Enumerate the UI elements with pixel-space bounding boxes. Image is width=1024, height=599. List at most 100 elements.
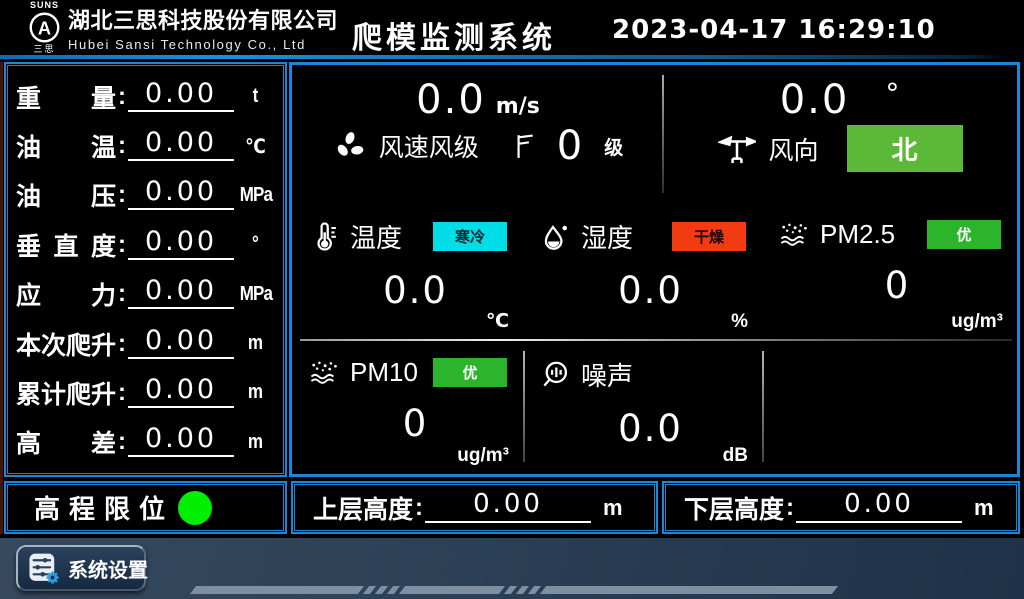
sensor-unit: ug/m³ <box>457 445 509 467</box>
metric-row-current-climb: 本次爬升: 0.00 m <box>16 319 273 368</box>
logo-top-text: SUNS <box>30 1 59 10</box>
environment-panel: 0.0m/s 风速风级 <box>289 62 1020 477</box>
sensor-cell-pm25: PM2.5 优 0 ug/m³ <box>762 202 1017 340</box>
lower-height-box: 下层高度: 0.00 m <box>662 481 1020 534</box>
sensor-label: 湿度 <box>581 218 633 255</box>
sensor-header: 湿度 干燥 <box>539 218 762 255</box>
svg-text:A: A <box>38 17 51 38</box>
metric-label: 本次爬升 <box>16 326 116 362</box>
colon: : <box>118 83 126 111</box>
company-name-block: 湖北三思科技股份有限公司 Hubei Sansi Technology Co.,… <box>68 3 338 52</box>
upper-height-value: 0.00 <box>425 489 591 523</box>
thermometer-icon <box>308 221 340 253</box>
status-badge: 优 <box>433 358 507 387</box>
noise-meter-icon <box>539 359 571 391</box>
colon: : <box>118 379 126 407</box>
sensor-cell-pm10: PM10 优 0 ug/m³ <box>292 340 523 474</box>
metric-row-stress: 应力: 0.00 MPa <box>16 270 273 319</box>
colon: : <box>118 231 126 259</box>
datetime-display: 2023-04-17 16:29:10 <box>612 15 936 45</box>
grid-divider-vertical <box>523 351 525 462</box>
colon: : <box>118 330 126 358</box>
sensor-cell-empty <box>762 340 1017 474</box>
wind-speed-value: 0.0 <box>416 77 486 123</box>
sensor-header: PM10 优 <box>308 356 523 388</box>
metric-value: 0.00 <box>128 275 234 309</box>
wind-speed-value-line: 0.0m/s <box>292 77 664 123</box>
metric-value: 0.00 <box>128 226 234 260</box>
wind-direction-badge: 北 <box>847 125 963 172</box>
left-edge-strip <box>0 62 3 534</box>
metric-label: 油温 <box>16 128 116 164</box>
wind-direction-value: 0.0 <box>780 77 850 123</box>
metric-label: 重量 <box>16 79 116 115</box>
settings-sliders-icon <box>27 552 60 585</box>
grid-divider-horizontal <box>300 339 1012 341</box>
metric-value: 0.00 <box>128 325 234 359</box>
sensor-unit: ug/m³ <box>951 311 1003 333</box>
sensor-value: 0 <box>308 402 523 445</box>
colon: : <box>118 428 126 456</box>
lower-height-value: 0.00 <box>796 489 962 523</box>
particles-icon <box>308 356 340 388</box>
sensor-value: 0.0 <box>539 407 762 450</box>
upper-height-label: 上层高度 <box>313 490 413 526</box>
sensor-unit: ℃ <box>486 310 509 333</box>
metric-unit: ° <box>240 233 271 256</box>
sensor-value: 0 <box>778 264 1017 307</box>
company-name-en: Hubei Sansi Technology Co., Ltd <box>68 37 338 52</box>
sensor-value: 0.0 <box>308 269 523 312</box>
metric-unit: MPa <box>240 283 271 306</box>
page-title: 爬模监测系统 <box>352 13 556 57</box>
metric-value: 0.00 <box>128 127 234 161</box>
fan-icon <box>333 129 367 163</box>
sensor-cell-noise: 噪声 0.0 dB <box>523 340 762 474</box>
taskbar-decor-stripes <box>193 586 835 594</box>
metric-value: 0.00 <box>128 176 234 210</box>
metric-value: 0.00 <box>128 423 234 457</box>
sensor-label: 温度 <box>350 218 402 255</box>
system-settings-button[interactable]: 系统设置 <box>16 545 146 591</box>
wind-vane-icon <box>718 132 756 165</box>
wind-direction-unit: ° <box>885 77 901 110</box>
taskbar <box>0 538 1024 599</box>
wind-direction-value-line: 0.0 ° <box>664 77 1017 123</box>
wind-level-flag-icon <box>511 131 537 161</box>
lower-height-label: 下层高度 <box>684 490 784 526</box>
company-name-cn: 湖北三思科技股份有限公司 <box>68 3 338 35</box>
metric-label: 油压 <box>16 177 116 213</box>
sensor-unit: % <box>731 311 748 333</box>
colon: : <box>118 280 126 308</box>
sensor-header: PM2.5 优 <box>778 218 1017 250</box>
metric-label: 垂直度 <box>16 227 116 263</box>
wind-level-unit: 级 <box>604 133 623 160</box>
metric-label: 高差 <box>16 424 116 460</box>
sensor-cell-temperature: 温度 寒冷 0.0 ℃ <box>292 202 523 340</box>
metric-row-total-climb: 累计爬升: 0.00 m <box>16 368 273 417</box>
metric-row-height-diff: 高差: 0.00 m <box>16 418 273 467</box>
elevation-limit-box: 高程限位 <box>4 481 287 534</box>
colon: : <box>786 494 794 522</box>
colon: : <box>415 494 423 522</box>
metrics-panel: 重量: 0.00 t 油温: 0.00 ℃ 油压: 0.00 MPa 垂直度: … <box>4 62 287 477</box>
settings-button-label: 系统设置 <box>68 554 148 583</box>
wind-direction-section: 0.0° 风向 北 <box>664 65 1017 202</box>
upper-height-box: 上层高度: 0.00 m <box>291 481 658 534</box>
header-divider-line <box>0 55 1006 59</box>
metric-row-oil-temp: 油温: 0.00 ℃ <box>16 121 273 170</box>
metric-label: 累计爬升 <box>16 375 116 411</box>
colon: : <box>118 181 126 209</box>
metric-unit: t <box>240 85 271 108</box>
metric-label: 应力 <box>16 276 116 312</box>
elevation-limit-indicator <box>178 491 212 525</box>
status-badge: 干燥 <box>672 222 746 251</box>
sensor-header: 噪声 <box>539 356 762 393</box>
metric-value: 0.00 <box>128 78 234 112</box>
metric-unit: MPa <box>240 184 271 207</box>
particles-icon <box>778 218 810 250</box>
logo-bottom-text: 三思 <box>33 45 55 54</box>
metric-unit: m <box>240 381 271 404</box>
lower-height-unit: m <box>974 495 994 521</box>
sensor-header: 温度 寒冷 <box>308 218 523 255</box>
suns-logo-icon: A <box>28 11 61 44</box>
